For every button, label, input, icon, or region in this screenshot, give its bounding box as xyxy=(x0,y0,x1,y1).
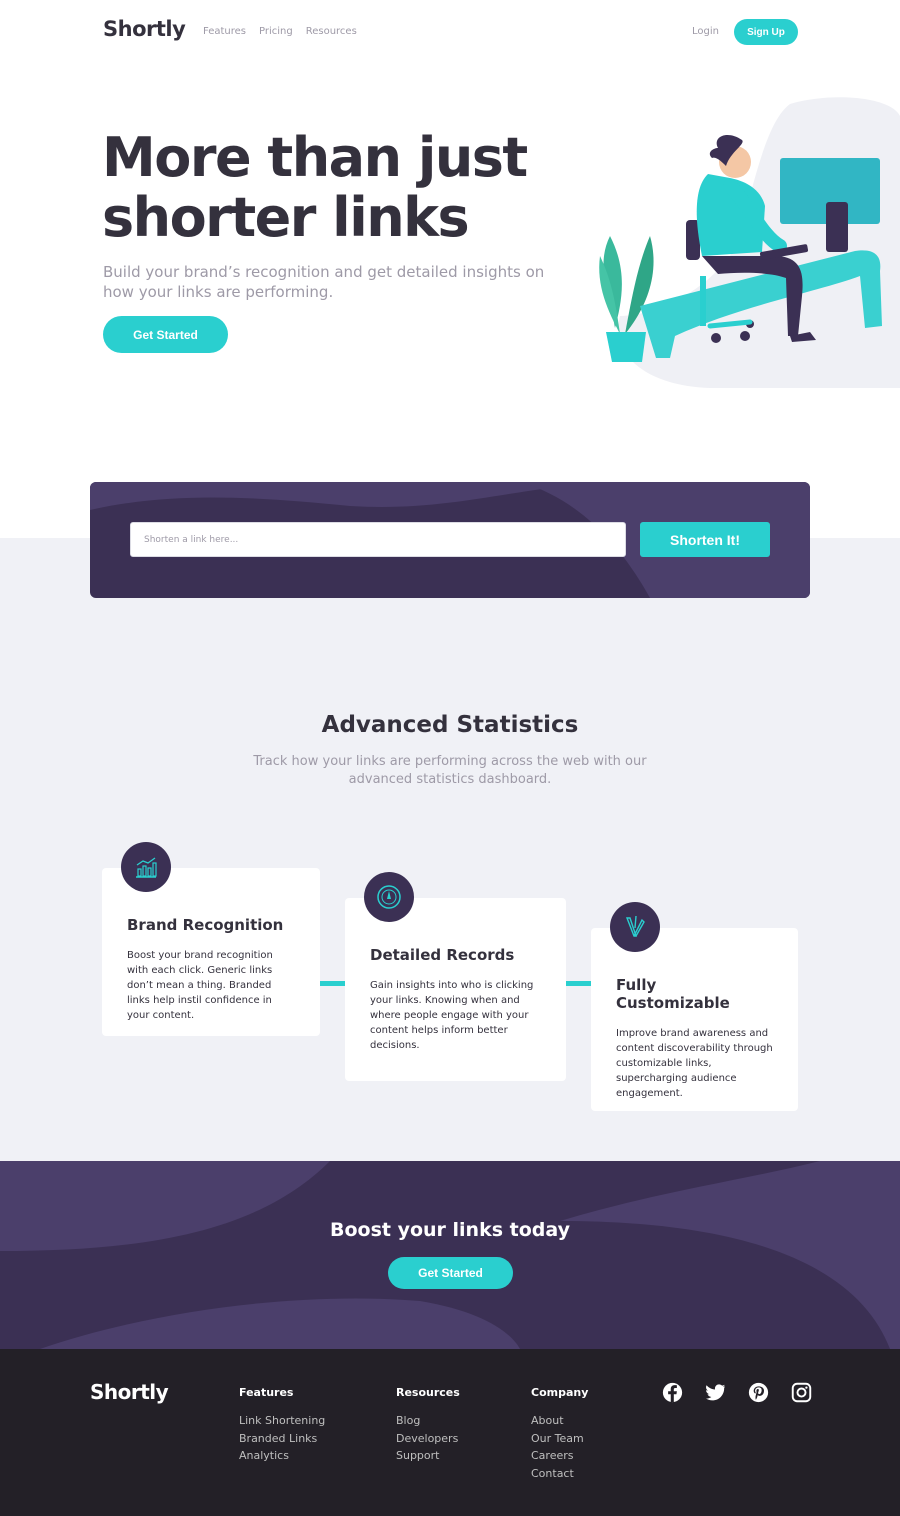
person-working-illustration xyxy=(599,97,900,388)
instagram-icon[interactable] xyxy=(791,1382,812,1403)
footer-column-company: Company About Our Team Careers Contact xyxy=(531,1386,588,1482)
nav-link-pricing[interactable]: Pricing xyxy=(259,26,293,37)
hero-title-line2: shorter links xyxy=(102,186,470,249)
stats-subtitle: Track how your links are performing acro… xyxy=(253,754,647,787)
hero-title-line1: More than just xyxy=(102,126,528,189)
card-text: Boost your brand recognition with each c… xyxy=(127,950,273,1021)
gauge-icon xyxy=(364,872,414,922)
shorten-it-button[interactable]: Shorten It! xyxy=(640,522,770,557)
social-links xyxy=(662,1382,812,1403)
footer-link[interactable]: Blog xyxy=(396,1412,460,1430)
footer-column-resources: Resources Blog Developers Support xyxy=(396,1386,460,1465)
card-text: Gain insights into who is clicking your … xyxy=(370,980,534,1051)
footer-heading: Features xyxy=(239,1386,294,1399)
footer-link[interactable]: Contact xyxy=(531,1465,588,1483)
footer-heading: Resources xyxy=(396,1386,460,1399)
footer-link[interactable]: Our Team xyxy=(531,1430,588,1448)
stats-title: Advanced Statistics xyxy=(321,712,579,738)
footer-heading: Company xyxy=(531,1386,589,1399)
card-title: Fully Customizable xyxy=(616,976,730,1012)
top-nav: Shortly Features Pricing Resources Login… xyxy=(0,0,900,64)
boost-get-started-button[interactable]: Get Started xyxy=(388,1257,513,1289)
boost-section: Boost your links today Get Started xyxy=(0,1161,900,1349)
signup-button[interactable]: Sign Up xyxy=(734,19,798,45)
footer-link[interactable]: Careers xyxy=(531,1447,588,1465)
boost-wave-background xyxy=(0,1161,900,1349)
card-title: Brand Recognition xyxy=(127,916,284,934)
nav-link-features[interactable]: Features xyxy=(203,26,246,37)
feature-card-detailed-records: Detailed Records Gain insights into who … xyxy=(345,872,566,1081)
footer-link[interactable]: Link Shortening xyxy=(239,1412,325,1430)
facebook-icon[interactable] xyxy=(662,1382,683,1403)
footer-link[interactable]: Analytics xyxy=(239,1447,325,1465)
hero-title: More than just shorter links xyxy=(102,128,572,248)
footer-link[interactable]: Developers xyxy=(396,1430,460,1448)
shorten-link-form: Shorten a link here... Shorten It! xyxy=(90,482,810,598)
pinterest-icon[interactable] xyxy=(748,1382,769,1403)
shorten-url-input[interactable]: Shorten a link here... xyxy=(130,522,626,557)
login-link[interactable]: Login xyxy=(692,26,719,37)
twitter-icon[interactable] xyxy=(705,1382,726,1403)
feature-card-brand-recognition: Brand Recognition Boost your brand recog… xyxy=(102,842,320,1036)
footer-link[interactable]: Support xyxy=(396,1447,460,1465)
chart-icon xyxy=(121,842,171,892)
footer-link[interactable]: Branded Links xyxy=(239,1430,325,1448)
footer-column-features: Features Link Shortening Branded Links A… xyxy=(239,1386,325,1465)
nav-links: Features Pricing Resources xyxy=(203,26,357,37)
card-title: Detailed Records xyxy=(370,946,515,964)
footer: Shortly Features Link Shortening Branded… xyxy=(0,1349,900,1516)
footer-link[interactable]: About xyxy=(531,1412,588,1430)
logo[interactable]: Shortly xyxy=(103,17,186,41)
boost-title: Boost your links today xyxy=(329,1219,570,1241)
hero-get-started-button[interactable]: Get Started xyxy=(103,316,228,353)
hero-subtitle: Build your brand’s recognition and get d… xyxy=(103,263,545,301)
feature-card-fully-customizable: Fully Customizable Improve brand awarene… xyxy=(591,902,798,1111)
brushes-icon xyxy=(610,902,660,952)
footer-logo[interactable]: Shortly xyxy=(90,1380,169,1404)
nav-link-resources[interactable]: Resources xyxy=(306,26,357,37)
card-text: Improve brand awareness and content disc… xyxy=(616,1028,773,1099)
